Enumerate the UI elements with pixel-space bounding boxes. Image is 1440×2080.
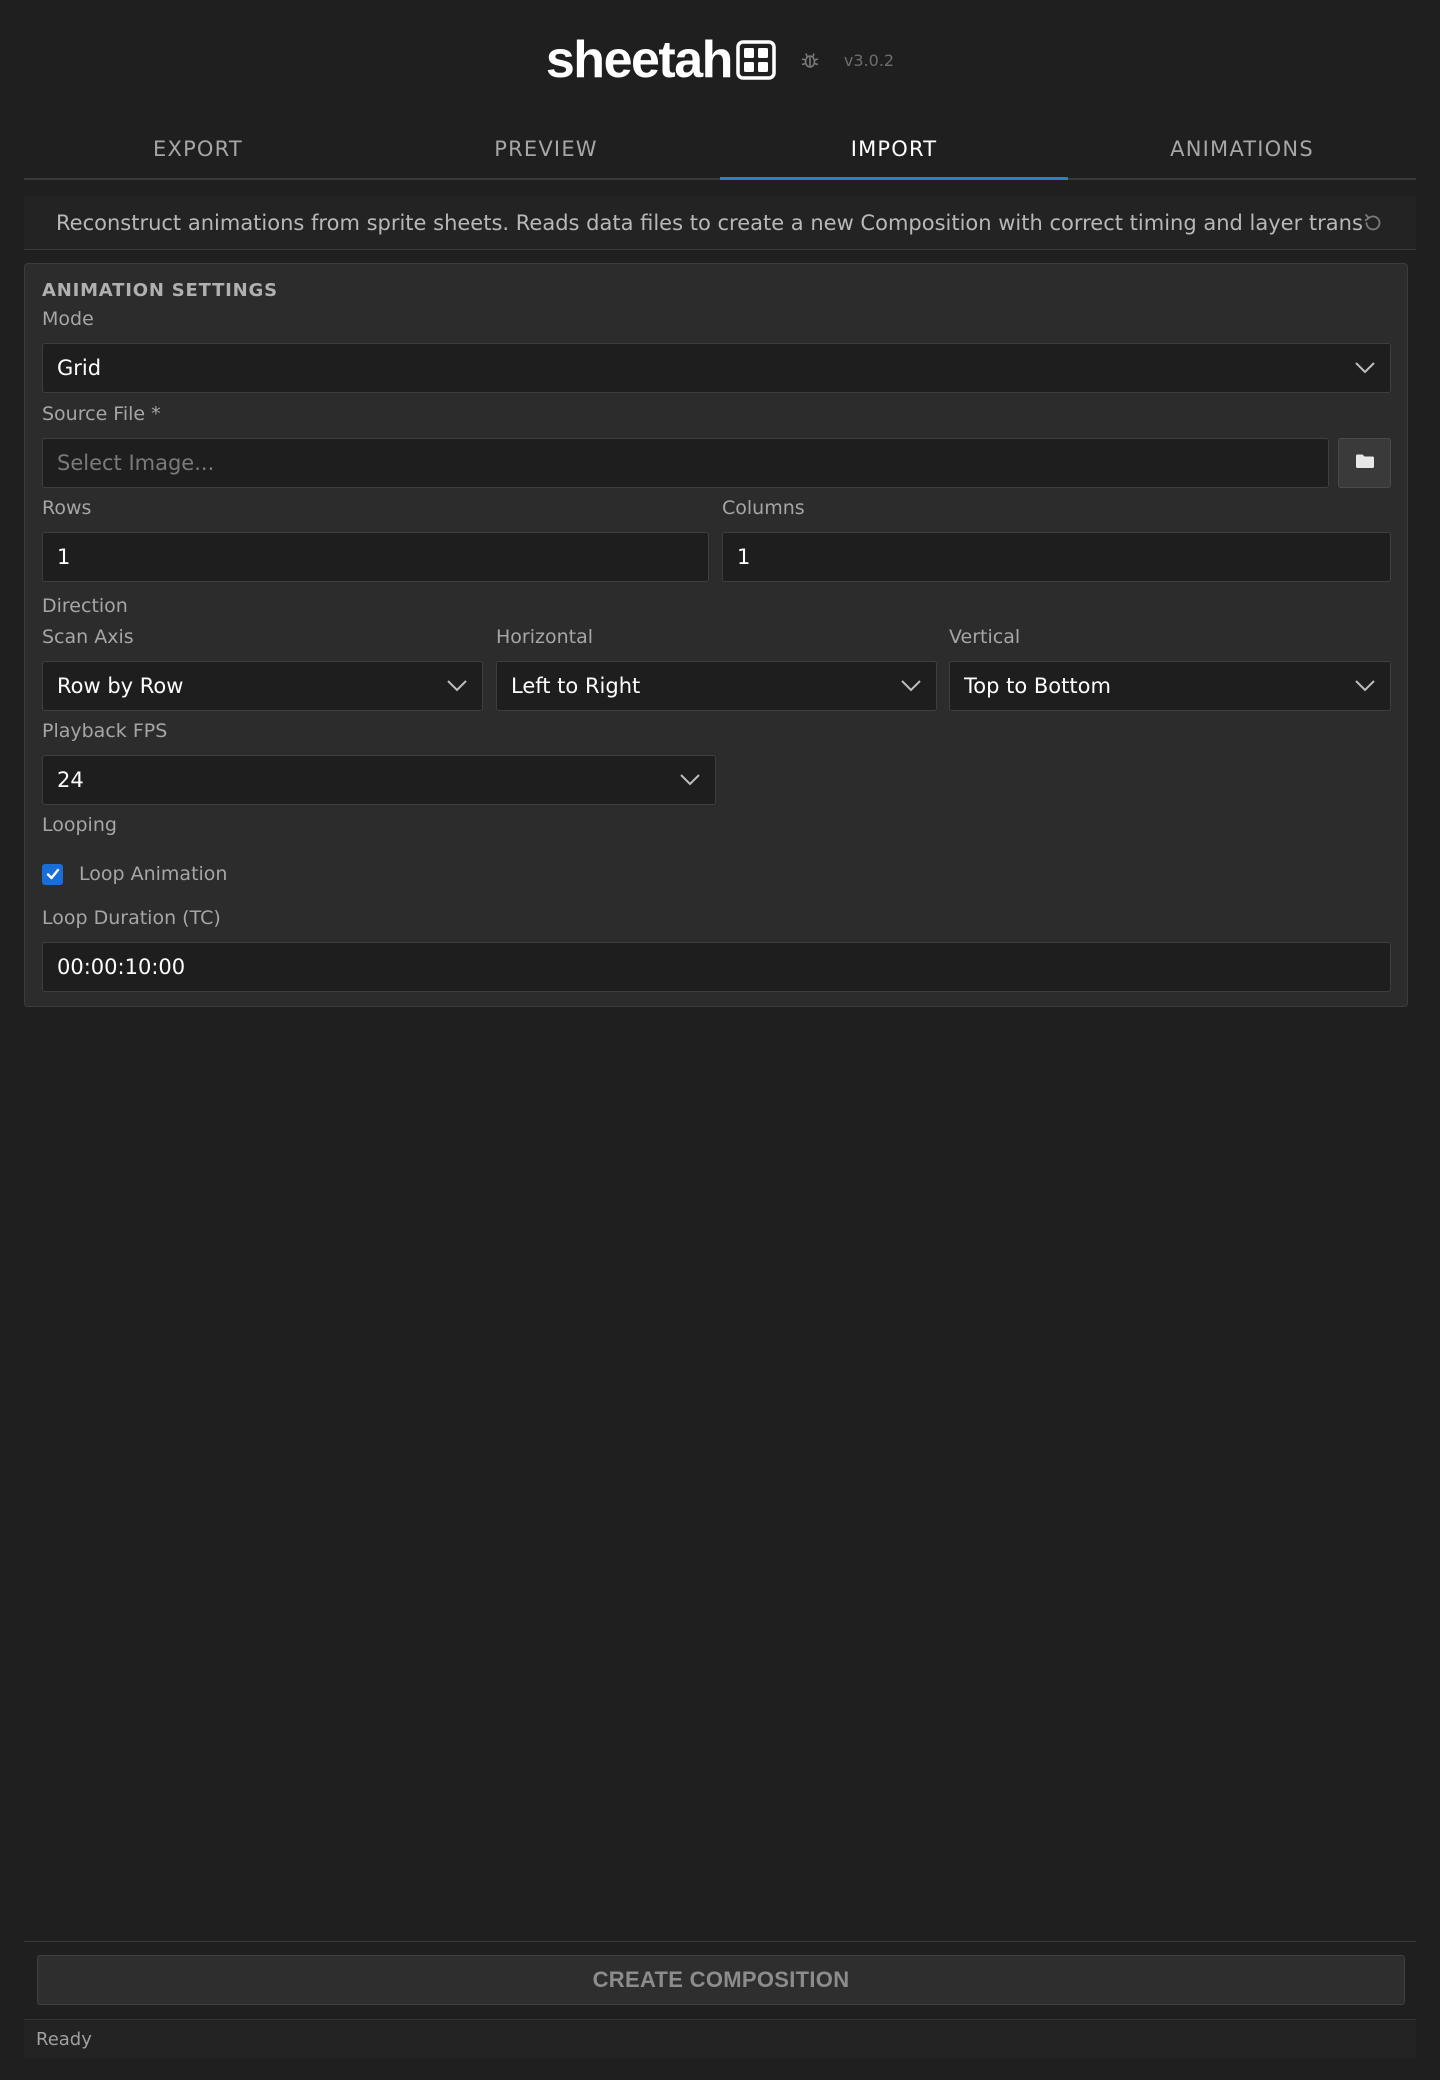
vertical-value: Top to Bottom [964, 674, 1111, 698]
mode-value: Grid [57, 356, 102, 380]
columns-input[interactable]: 1 [722, 532, 1391, 582]
loop-duration-input[interactable]: 00:00:10:00 [42, 942, 1391, 992]
status-text: Ready [36, 2029, 92, 2050]
horizontal-label: Horizontal [496, 626, 594, 648]
app-window: sheetah v3.0.2 EXPORT PREVIEW IMPORT ANI… [0, 0, 1440, 2080]
grid-icon [736, 40, 776, 80]
loop-checkbox[interactable] [42, 863, 63, 885]
app-header: sheetah v3.0.2 [0, 0, 1440, 120]
scan-axis-select[interactable]: Row by Row [42, 661, 483, 711]
tab-bar: EXPORT PREVIEW IMPORT ANIMATIONS [24, 120, 1416, 180]
fps-value: 24 [57, 768, 84, 792]
version-label: v3.0.2 [843, 50, 895, 70]
chevron-down-icon [679, 773, 701, 787]
mode-select[interactable]: Grid [42, 343, 1391, 393]
source-file-label: Source File * [42, 403, 161, 425]
tab-label: EXPORT [153, 137, 243, 161]
tab-label: ANIMATIONS [1170, 137, 1314, 161]
loop-duration-label: Loop Duration (TC) [42, 907, 221, 929]
browse-button[interactable] [1338, 438, 1391, 488]
loop-duration-value: 00:00:10:00 [57, 955, 186, 979]
vertical-select[interactable]: Top to Bottom [949, 661, 1391, 711]
check-icon [46, 868, 59, 880]
scan-axis-label: Scan Axis [42, 626, 134, 648]
horizontal-value: Left to Right [511, 674, 641, 698]
mode-label: Mode [42, 308, 94, 330]
logo: sheetah [546, 30, 776, 90]
fps-label: Playback FPS [42, 720, 168, 742]
loop-animation-toggle[interactable]: Loop Animation [42, 863, 227, 885]
refresh-icon[interactable] [1362, 212, 1384, 234]
create-composition-label: CREATE COMPOSITION [592, 1967, 850, 1992]
direction-label: Direction [42, 595, 128, 617]
columns-label: Columns [722, 497, 805, 519]
rows-value: 1 [57, 545, 71, 569]
fps-select[interactable]: 24 [42, 755, 716, 805]
rows-label: Rows [42, 497, 92, 519]
tab-export[interactable]: EXPORT [24, 120, 372, 178]
source-file-placeholder: Select Image... [57, 451, 215, 475]
logo-text: sheetah [545, 31, 734, 89]
folder-icon [1355, 453, 1375, 473]
loop-animation-label: Loop Animation [79, 863, 228, 885]
chevron-down-icon [900, 679, 922, 693]
rows-input[interactable]: 1 [42, 532, 709, 582]
animation-settings-panel: ANIMATION SETTINGS Mode Grid Source File… [24, 263, 1408, 1007]
scan-axis-value: Row by Row [57, 674, 184, 698]
tab-animations[interactable]: ANIMATIONS [1068, 120, 1416, 178]
create-composition-button[interactable]: CREATE COMPOSITION [37, 1955, 1405, 2005]
chevron-down-icon [1354, 679, 1376, 693]
columns-value: 1 [737, 545, 751, 569]
bug-icon[interactable] [800, 50, 820, 70]
tab-preview[interactable]: PREVIEW [372, 120, 720, 178]
chevron-down-icon [446, 679, 468, 693]
tab-import[interactable]: IMPORT [720, 120, 1068, 180]
looping-label: Looping [42, 814, 117, 836]
vertical-label: Vertical [949, 626, 1021, 648]
footer-divider [24, 1941, 1416, 1942]
tab-label: IMPORT [850, 137, 938, 161]
tab-label: PREVIEW [494, 137, 598, 161]
horizontal-select[interactable]: Left to Right [496, 661, 937, 711]
section-title: ANIMATION SETTINGS [42, 280, 278, 301]
chevron-down-icon [1354, 361, 1376, 375]
status-bar: Ready [24, 2019, 1416, 2059]
source-file-input[interactable]: Select Image... [42, 438, 1329, 488]
info-text: Reconstruct animations from sprite sheet… [56, 210, 1362, 235]
info-bar: Reconstruct animations from sprite sheet… [24, 196, 1416, 250]
